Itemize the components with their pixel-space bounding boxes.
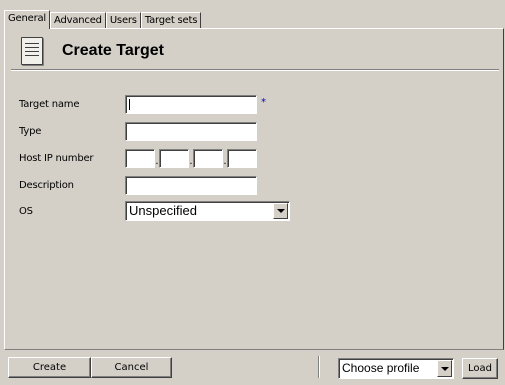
description-row: Description [19, 175, 257, 195]
cancel-button[interactable]: Cancel [91, 357, 172, 378]
footer-bar: Create Cancel Choose profile Load [0, 352, 505, 385]
tab-bar: General Advanced Users Target sets [4, 10, 202, 29]
type-field[interactable] [125, 121, 257, 141]
type-row: Type [19, 121, 257, 141]
ip-octet-4[interactable] [227, 148, 257, 168]
page-title: Create Target [62, 42, 164, 59]
os-selected-value: Unspecified [129, 203, 197, 218]
os-row: OS Unspecified [19, 201, 290, 221]
tab-target-sets[interactable]: Target sets [140, 12, 202, 28]
ip-octet-3[interactable] [193, 148, 223, 168]
create-button[interactable]: Create [8, 357, 91, 378]
document-icon [21, 37, 43, 65]
target-name-row: Target name * [19, 94, 266, 114]
host-ip-field: . . . [125, 148, 257, 168]
footer-divider [318, 356, 320, 378]
ip-octet-1[interactable] [125, 148, 155, 168]
header-divider [11, 69, 499, 71]
profile-select[interactable]: Choose profile [338, 358, 454, 379]
description-field[interactable] [125, 175, 257, 195]
os-select[interactable]: Unspecified [125, 201, 290, 221]
host-ip-row: Host IP number . . . [19, 148, 257, 168]
required-marker: * [261, 96, 266, 108]
general-panel: Create Target Target name * Type Host IP… [4, 28, 504, 350]
description-label: Description [19, 179, 74, 191]
host-ip-label: Host IP number [19, 152, 94, 164]
load-button[interactable]: Load [462, 358, 498, 379]
tab-general[interactable]: General [4, 10, 51, 29]
chevron-down-icon [440, 366, 449, 371]
target-name-label: Target name [19, 98, 80, 110]
tab-users[interactable]: Users [105, 12, 141, 28]
profile-selected-value: Choose profile [342, 361, 420, 375]
dropdown-arrow-button[interactable] [273, 203, 288, 219]
panel-header: Create Target [11, 34, 164, 68]
tab-advanced[interactable]: Advanced [50, 12, 106, 28]
target-name-field[interactable] [125, 94, 257, 114]
os-label: OS [19, 205, 33, 217]
ip-octet-2[interactable] [159, 148, 189, 168]
profile-dropdown-arrow[interactable] [437, 360, 452, 377]
type-label: Type [19, 125, 42, 137]
chevron-down-icon [276, 209, 285, 213]
text-cursor [129, 98, 130, 110]
